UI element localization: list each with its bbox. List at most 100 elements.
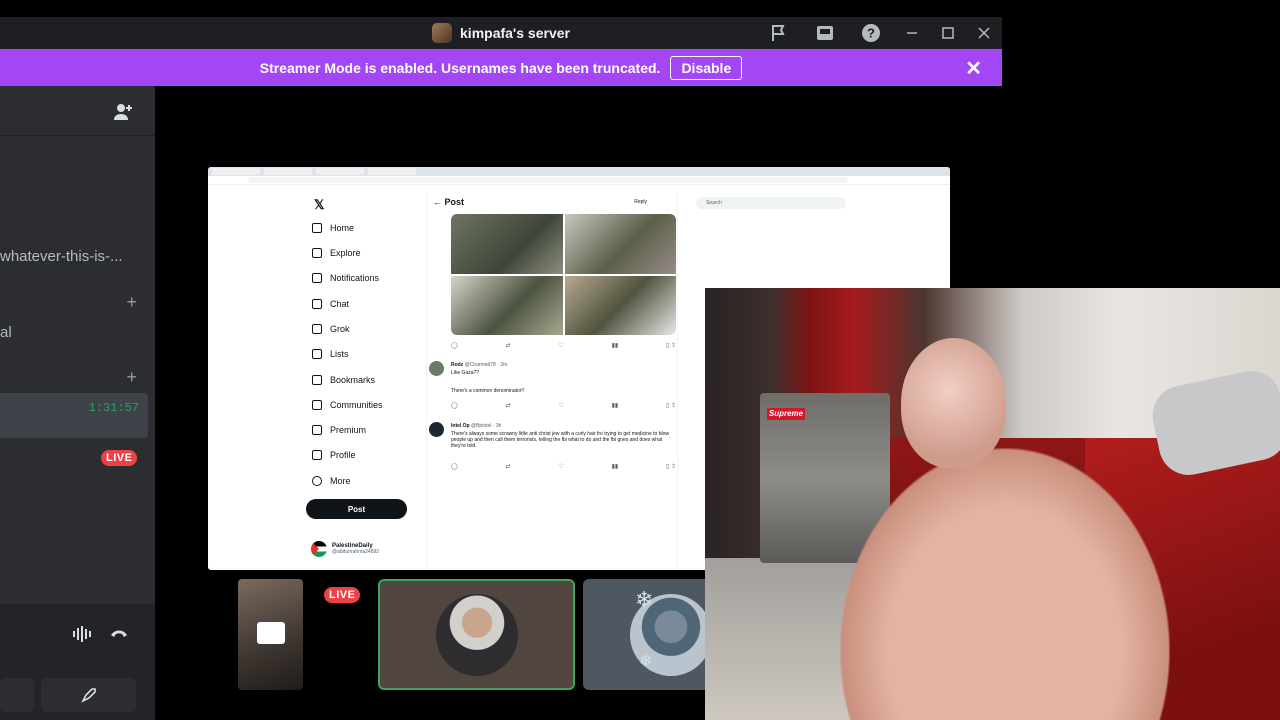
- tweet-handle: @Charmed78 · 2m: [464, 362, 508, 368]
- rocket-icon: [80, 688, 96, 703]
- explore-icon: [312, 248, 322, 258]
- add-channel-icon[interactable]: +: [126, 292, 137, 313]
- x-nav-label: Notifications: [330, 273, 380, 283]
- call-timer: 1:31:57: [88, 401, 139, 415]
- flag-icon[interactable]: [756, 17, 802, 49]
- participant-tile[interactable]: ❄ ❄: [583, 579, 713, 690]
- help-icon[interactable]: ?: [848, 17, 894, 49]
- chat-icon: [312, 299, 322, 309]
- activities-button[interactable]: [41, 678, 136, 712]
- disable-button[interactable]: Disable: [670, 55, 743, 80]
- x-nav-item: Notifications: [312, 273, 379, 283]
- reply-icon: ◯: [451, 464, 458, 470]
- inbox-icon[interactable]: [802, 17, 848, 49]
- tweet-handle: @Bpintel · 3h: [471, 423, 502, 429]
- x-nav-label: Explore: [330, 248, 361, 258]
- x-nav-label: Grok: [330, 324, 350, 334]
- avatar: [429, 422, 444, 437]
- x-nav-label: Bookmarks: [330, 375, 376, 385]
- avatar: [311, 541, 327, 557]
- channel-sidebar: whatever-this-is-... + al + 1:31:57 LIVE: [0, 86, 155, 720]
- tweet-actions: ◯ ⇄ ♡ ▮▮ ▯ ⇪: [451, 463, 676, 470]
- discord-stream-view: kimpafa's server ? Streamer Mode is enab…: [0, 0, 1280, 720]
- tweet-text: There's a common denominator!!: [451, 388, 525, 394]
- x-nav-label: Home: [330, 223, 355, 233]
- like-icon: ♡: [558, 403, 564, 409]
- browser-tab: [264, 168, 312, 175]
- webcam-sticker: Supreme: [767, 408, 805, 420]
- bookmark-icon: ▯ ⇪: [666, 464, 676, 470]
- x-nav-item: Grok: [312, 324, 350, 334]
- bookmark-icon: ▯ ⇪: [666, 343, 676, 349]
- x-nav-item: Communities: [312, 400, 383, 410]
- x-nav-item: Lists: [312, 349, 349, 359]
- channel-item[interactable]: al: [0, 324, 12, 341]
- x-search-field: Search: [696, 197, 846, 209]
- account-handle: @abdunrahma24892: [332, 549, 380, 555]
- tweet-author-name: Rodz: [451, 362, 464, 368]
- live-badge: LIVE: [101, 450, 138, 466]
- server-title: kimpafa's server: [432, 23, 570, 43]
- stream-tile[interactable]: [238, 579, 303, 690]
- x-nav-item: Chat: [312, 299, 349, 309]
- add-channel-icon[interactable]: +: [126, 367, 137, 388]
- x-nav-label: Lists: [330, 349, 349, 359]
- banner-text: Streamer Mode is enabled. Usernames have…: [259, 59, 661, 76]
- server-icon: [432, 23, 453, 43]
- premium-icon: [312, 425, 322, 435]
- column-title: Post: [444, 197, 465, 207]
- communities-icon: [312, 400, 322, 410]
- participant-tile-speaking[interactable]: [378, 579, 575, 690]
- bell-icon: [312, 273, 322, 283]
- tweet-actions: ◯ ⇄ ♡ ▮▮ ▯ ⇪: [451, 402, 676, 409]
- tweet-author: Intel Op @Bpintel · 3h: [451, 423, 501, 429]
- photo-grid: [451, 214, 676, 335]
- add-member-icon[interactable]: [113, 102, 133, 122]
- x-nav-item: Home: [312, 223, 354, 233]
- browser-tabs: [208, 167, 950, 176]
- voice-channel-active[interactable]: 1:31:57: [0, 393, 148, 438]
- bookmark-icon: [312, 375, 322, 385]
- soundboard-icon[interactable]: [72, 625, 92, 643]
- retweet-icon: ⇄: [505, 464, 511, 470]
- home-icon: [312, 223, 322, 233]
- x-logo-icon: 𝕏: [314, 197, 325, 212]
- reply-icon: ◯: [451, 343, 458, 349]
- screen-share-icon: [257, 622, 285, 644]
- sidebar-header: [0, 86, 155, 136]
- x-nav-item: Bookmarks: [312, 375, 375, 385]
- tweet-author: Rodz @Charmed78 · 2m: [451, 362, 507, 368]
- video-button[interactable]: [0, 678, 34, 712]
- webcam-person: [840, 448, 1170, 720]
- x-account: PalestineDaily @abdunrahma24892: [311, 541, 379, 557]
- browser-tab: [316, 168, 364, 175]
- maximize-icon[interactable]: [930, 17, 966, 49]
- photo: [564, 214, 676, 274]
- retweet-icon: ⇄: [505, 343, 511, 349]
- tweet-actions: ◯ ⇄ ♡ ▮▮ ▯ ⇪: [451, 342, 676, 349]
- streamer-mode-banner: Streamer Mode is enabled. Usernames have…: [0, 49, 1002, 86]
- voice-panel: [0, 604, 155, 720]
- avatar: [435, 593, 518, 676]
- channel-item[interactable]: whatever-this-is-...: [0, 248, 123, 265]
- avatar: [429, 361, 444, 376]
- minimize-icon[interactable]: [894, 17, 930, 49]
- x-nav-item: Explore: [312, 248, 361, 258]
- browser-tab: [212, 168, 260, 175]
- window-controls: ?: [756, 17, 1002, 49]
- server-name: kimpafa's server: [460, 25, 570, 41]
- browser-url-bar: [208, 176, 950, 185]
- x-post-column: ← Post Reply ◯ ⇄ ♡ ▮▮ ▯ ⇪ Rodz @Charmed78 · …: [426, 193, 678, 570]
- browser-tab: [368, 168, 416, 175]
- banner-close-icon[interactable]: ✕: [965, 56, 982, 81]
- close-icon[interactable]: [966, 17, 1002, 49]
- disconnect-icon[interactable]: [109, 626, 129, 640]
- x-nav-label: Premium: [330, 425, 367, 435]
- tweet-text: Like Gaza??: [451, 370, 480, 376]
- tweet-author-name: Intel Op: [451, 423, 470, 429]
- x-nav-item: Premium: [312, 425, 366, 435]
- snowflake-icon: ❄: [639, 653, 653, 670]
- photo: [451, 214, 563, 274]
- reply-label: Reply: [634, 199, 647, 205]
- x-nav-label: Profile: [330, 450, 356, 460]
